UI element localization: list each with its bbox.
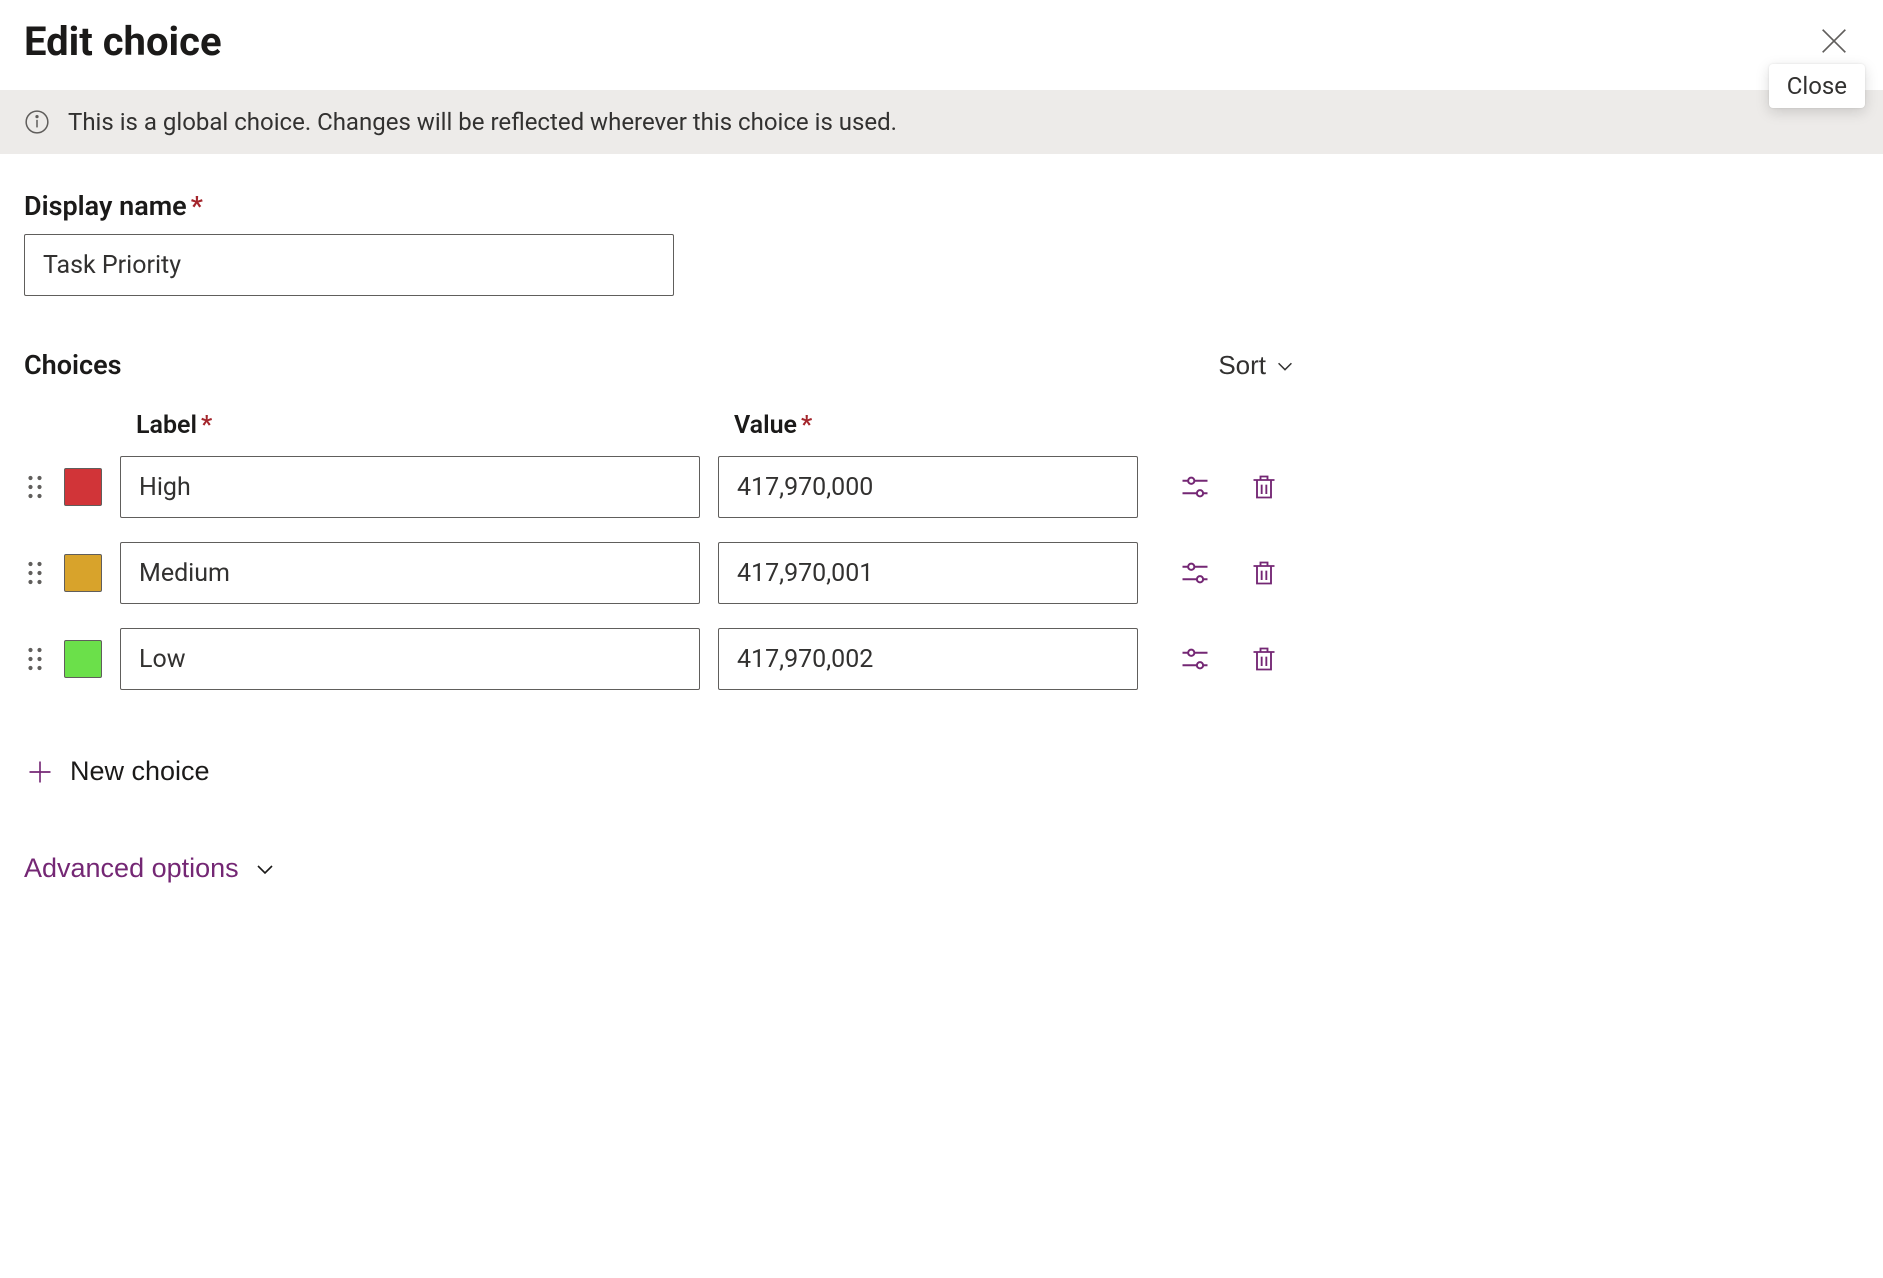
drag-handle[interactable] — [24, 561, 46, 585]
delete-button[interactable] — [1244, 638, 1284, 680]
close-tooltip: Close — [1769, 64, 1865, 108]
drag-handle[interactable] — [24, 647, 46, 671]
drag-handle-icon — [27, 647, 43, 671]
required-asterisk: * — [801, 411, 812, 440]
info-bar: This is a global choice. Changes will be… — [0, 90, 1883, 154]
required-asterisk: * — [201, 411, 212, 440]
choices-grid: Label* Value* — [24, 411, 1306, 690]
advanced-options-button[interactable]: Advanced options — [24, 853, 277, 884]
choice-row — [24, 542, 1306, 604]
sliders-icon — [1180, 558, 1210, 588]
new-choice-label: New choice — [70, 756, 210, 787]
choice-row — [24, 628, 1306, 690]
close-icon — [1817, 24, 1851, 58]
row-actions — [1174, 638, 1284, 680]
choice-value-input[interactable] — [718, 542, 1138, 604]
column-headers: Label* Value* — [24, 411, 1306, 440]
choice-label-input[interactable] — [120, 456, 700, 518]
delete-button[interactable] — [1244, 466, 1284, 508]
choice-value-input[interactable] — [718, 456, 1138, 518]
color-swatch[interactable] — [64, 640, 102, 678]
trash-icon — [1250, 644, 1278, 674]
panel-header: Edit choice Close — [24, 0, 1859, 90]
choices-section-header: Choices Sort — [24, 344, 1306, 387]
configure-button[interactable] — [1174, 638, 1216, 680]
display-name-input[interactable] — [24, 234, 674, 296]
color-swatch[interactable] — [64, 468, 102, 506]
choice-label-input[interactable] — [120, 542, 700, 604]
new-choice-button[interactable]: New choice — [24, 750, 212, 793]
choice-row — [24, 456, 1306, 518]
trash-icon — [1250, 558, 1278, 588]
info-bar-text: This is a global choice. Changes will be… — [68, 108, 897, 136]
advanced-options-label: Advanced options — [24, 853, 239, 884]
choice-label-input[interactable] — [120, 628, 700, 690]
panel-title: Edit choice — [24, 18, 222, 65]
color-swatch[interactable] — [64, 554, 102, 592]
drag-handle-icon — [27, 475, 43, 499]
configure-button[interactable] — [1174, 552, 1216, 594]
sort-button-label: Sort — [1218, 350, 1266, 381]
column-header-value: Value* — [734, 411, 1154, 440]
sort-button[interactable]: Sort — [1208, 344, 1306, 387]
row-actions — [1174, 466, 1284, 508]
sliders-icon — [1180, 472, 1210, 502]
column-header-label: Label* — [136, 411, 734, 440]
configure-button[interactable] — [1174, 466, 1216, 508]
choices-title: Choices — [24, 349, 122, 381]
info-icon — [24, 109, 50, 135]
chevron-down-icon — [253, 857, 277, 881]
delete-button[interactable] — [1244, 552, 1284, 594]
edit-choice-panel: Edit choice Close This is a global choic… — [0, 0, 1883, 912]
sliders-icon — [1180, 644, 1210, 674]
trash-icon — [1250, 472, 1278, 502]
drag-handle-icon — [27, 561, 43, 585]
display-name-field: Display name* — [24, 190, 1859, 296]
row-actions — [1174, 552, 1284, 594]
close-button[interactable] — [1809, 16, 1859, 66]
display-name-label: Display name* — [24, 190, 203, 222]
drag-handle[interactable] — [24, 475, 46, 499]
required-asterisk: * — [191, 190, 203, 222]
plus-icon — [26, 758, 54, 786]
chevron-down-icon — [1274, 355, 1296, 377]
choice-value-input[interactable] — [718, 628, 1138, 690]
